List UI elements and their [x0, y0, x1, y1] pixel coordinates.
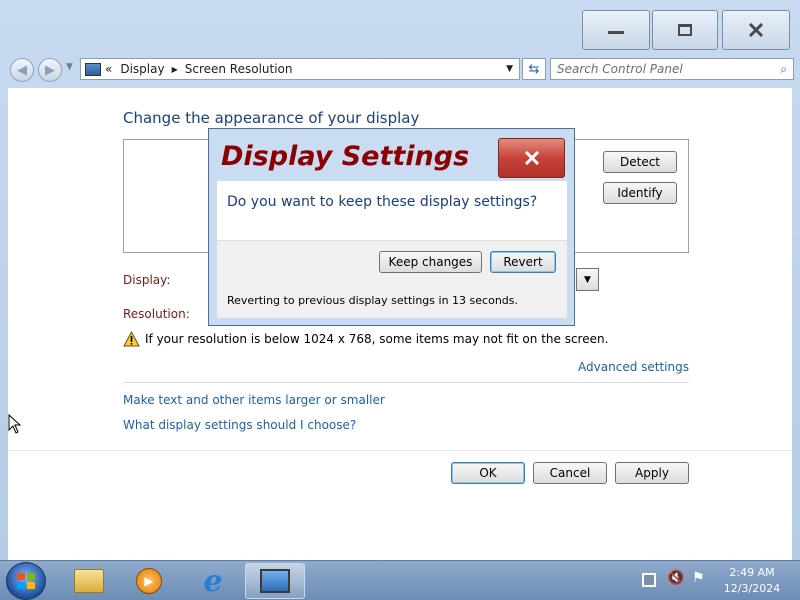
revert-label: Revert [503, 255, 543, 269]
minimize-button[interactable] [582, 10, 650, 50]
display-label: Display: [123, 273, 171, 287]
warning-icon [123, 331, 140, 347]
search-icon: ⌕ [780, 61, 787, 76]
navigation-bar: ◀ ▶ ▼ « Display ▶ Screen Resolution ▼ ⇆ … [6, 56, 794, 84]
clock[interactable]: 2:49 AM 12/3/2024 [712, 565, 792, 597]
dropdown-arrow-icon: ▼ [584, 274, 591, 285]
apply-label: Apply [635, 466, 669, 480]
refresh-icon: ⇆ [528, 61, 540, 77]
breadcrumb-separator-icon: ▶ [171, 64, 178, 74]
resolution-label: Resolution: [123, 307, 190, 321]
display-dropdown-button[interactable]: ▼ [576, 268, 599, 291]
breadcrumb-display[interactable]: Display [120, 62, 164, 76]
internet-explorer-icon: e [203, 563, 223, 599]
keep-changes-label: Keep changes [388, 255, 473, 269]
resolution-warning-text: If your resolution is below 1024 x 768, … [145, 332, 609, 346]
taskbar-internet-explorer[interactable]: e [184, 563, 242, 599]
separator [123, 382, 689, 383]
display-settings-dialog: Display Settings Do you want to keep the… [208, 128, 575, 326]
detect-button[interactable]: Detect [603, 151, 677, 173]
recent-pages-chevron-icon[interactable]: ▼ [66, 62, 73, 72]
address-box[interactable]: « Display ▶ Screen Resolution ▼ [80, 58, 520, 80]
close-icon [524, 151, 539, 165]
dialog-body [217, 181, 567, 240]
dialog-title: Display Settings [221, 141, 470, 172]
windows-logo-icon [17, 573, 35, 589]
taskbar-media-player[interactable]: ▶ [120, 563, 178, 599]
media-player-icon: ▶ [136, 568, 162, 594]
dialog-question: Do you want to keep these display settin… [227, 194, 538, 210]
close-icon [748, 22, 764, 38]
forward-button[interactable]: ▶ [38, 58, 62, 82]
cancel-button[interactable]: Cancel [533, 462, 607, 484]
ok-button[interactable]: OK [451, 462, 525, 484]
volume-muted-icon[interactable]: 🔇 [667, 570, 684, 586]
back-arrow-icon: ◀ [17, 62, 27, 78]
revert-button[interactable]: Revert [490, 251, 556, 273]
taskbar-explorer[interactable] [60, 563, 118, 599]
clock-date: 12/3/2024 [723, 582, 781, 595]
display-settings-icon [260, 569, 290, 593]
apply-button[interactable]: Apply [615, 462, 689, 484]
display-help-link[interactable]: What display settings should I choose? [123, 418, 356, 432]
forward-arrow-icon: ▶ [45, 62, 55, 78]
close-button[interactable] [722, 10, 790, 50]
search-placeholder: Search Control Panel [557, 62, 683, 76]
back-button[interactable]: ◀ [10, 58, 34, 82]
breadcrumb-screen-resolution[interactable]: Screen Resolution [185, 62, 293, 76]
refresh-button[interactable]: ⇆ [522, 58, 546, 80]
mouse-cursor-icon [8, 414, 22, 434]
maximize-button[interactable] [652, 10, 718, 50]
identify-button[interactable]: Identify [603, 182, 677, 204]
cancel-label: Cancel [549, 466, 591, 480]
network-icon[interactable] [642, 573, 656, 587]
clock-time: 2:49 AM [729, 566, 775, 579]
text-size-link[interactable]: Make text and other items larger or smal… [123, 393, 385, 407]
action-center-flag-icon[interactable]: ⚑ [692, 570, 705, 586]
footer-bar: OK Cancel Apply [8, 450, 792, 560]
maximize-icon [678, 24, 692, 36]
page-title: Change the appearance of your display [123, 109, 420, 127]
address-dropdown-icon[interactable]: ▼ [506, 64, 513, 74]
breadcrumb-overflow[interactable]: « [105, 62, 112, 76]
search-input[interactable]: Search Control Panel ⌕ [550, 58, 794, 80]
control-panel-icon [85, 62, 101, 76]
keep-changes-button[interactable]: Keep changes [379, 251, 482, 273]
start-button[interactable] [6, 562, 46, 600]
identify-label: Identify [617, 186, 663, 200]
taskbar: ▶ e 🔇 ⚑ 2:49 AM 12/3/2024 [0, 560, 800, 600]
folder-icon [74, 569, 104, 593]
countdown-text: Reverting to previous display settings i… [227, 294, 518, 307]
taskbar-display-settings[interactable] [245, 563, 305, 599]
ok-label: OK [479, 466, 497, 480]
minimize-icon [608, 30, 624, 34]
detect-label: Detect [619, 155, 660, 169]
advanced-settings-link[interactable]: Advanced settings [578, 360, 689, 374]
dialog-close-button[interactable] [498, 138, 565, 178]
